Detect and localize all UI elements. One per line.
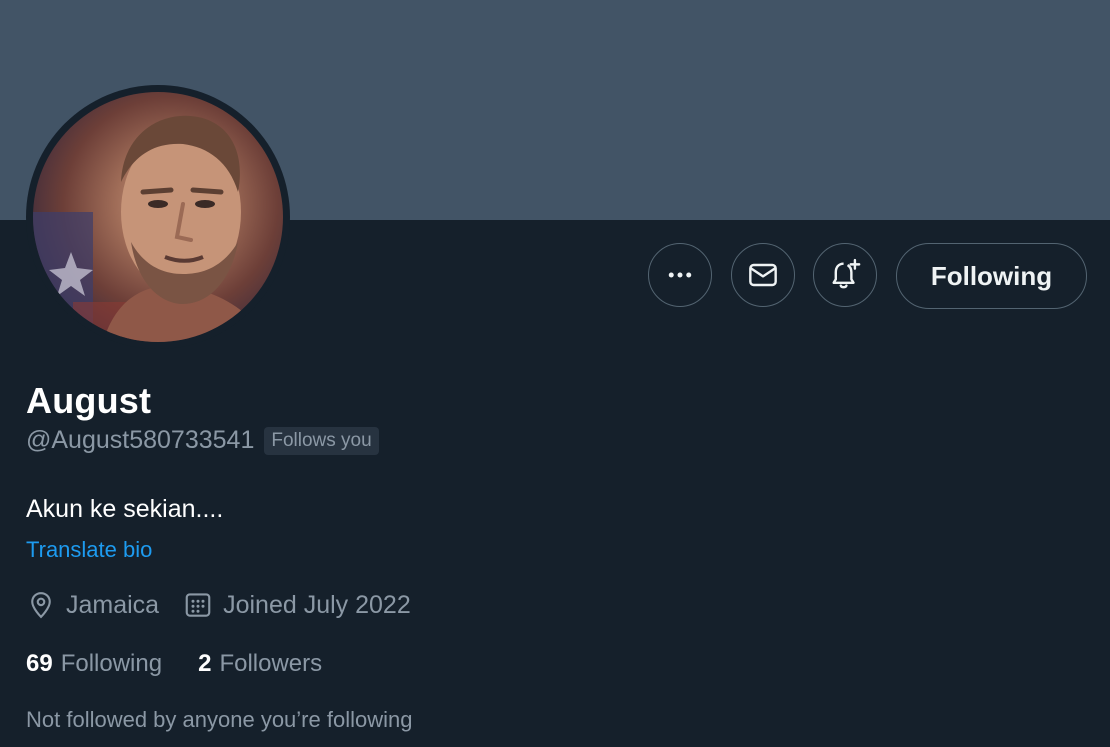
- avatar[interactable]: [33, 92, 283, 342]
- location-pin-icon: [31, 592, 51, 619]
- avatar-photo-icon: [33, 115, 273, 342]
- bell-plus-icon: [832, 258, 861, 289]
- followers-label: Followers: [219, 650, 323, 677]
- mutuals-text: Not followed by anyone you’re following: [26, 707, 413, 732]
- follows-you-badge: Follows you: [264, 426, 379, 455]
- following-button[interactable]: Following: [896, 243, 1087, 309]
- joined-item: Joined July 2022: [183, 590, 411, 620]
- more-options-button[interactable]: [648, 243, 712, 307]
- translate-bio-link[interactable]: Translate bio: [26, 537, 152, 563]
- following-stat-link[interactable]: 69 Following: [26, 650, 162, 678]
- follow-stats: 69 Following 2 Followers: [26, 650, 358, 678]
- more-icon: [668, 272, 692, 278]
- following-count: 69: [26, 650, 53, 677]
- followers-stat-link[interactable]: 2 Followers: [198, 650, 322, 678]
- location-text: Jamaica: [66, 590, 160, 619]
- following-label: Following: [60, 650, 163, 677]
- joined-text: Joined July 2022: [223, 590, 411, 619]
- location-item: Jamaica: [26, 590, 159, 620]
- message-button[interactable]: [731, 243, 795, 307]
- followers-count: 2: [198, 650, 212, 677]
- avatar-border: [26, 85, 290, 349]
- profile-bio: Akun ke sekian....: [26, 495, 224, 523]
- profile-meta: Jamaica Joined July 2022: [26, 590, 435, 620]
- display-name: August: [26, 380, 152, 421]
- mail-icon: [749, 263, 777, 287]
- notifications-button[interactable]: [813, 243, 877, 307]
- user-handle: @August580733541: [26, 426, 255, 454]
- calendar-icon: [185, 593, 211, 617]
- handle-row: @August580733541 Follows you: [26, 426, 379, 455]
